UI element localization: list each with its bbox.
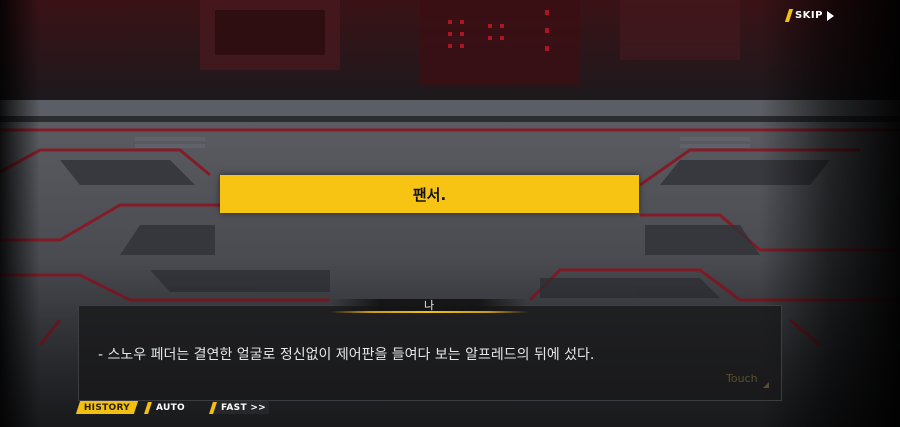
skip-button[interactable]: SKIP (784, 9, 834, 22)
auto-button[interactable]: AUTO (144, 401, 185, 414)
game-scene: SKIP 팬서. 나 - 스노우 페더는 결연한 얼굴로 정신없이 제어판을 들… (0, 0, 900, 427)
play-triangle-icon (827, 10, 834, 21)
dialog-text: - 스노우 페더는 결연한 얼굴로 정신없이 제어판을 들여다 보는 알프레드의… (98, 347, 595, 363)
history-button[interactable]: HISTORY (75, 401, 139, 414)
fast-label: FAST >> (221, 402, 267, 413)
history-label: HISTORY (83, 402, 131, 413)
corner-triangle-icon (763, 382, 769, 388)
touch-hint: Touch (726, 372, 758, 385)
choice-option-button[interactable]: 팬서. (220, 175, 639, 213)
skip-label: SKIP (794, 10, 823, 21)
auto-label: AUTO (156, 402, 185, 413)
auto-slash-icon (144, 401, 152, 414)
choice-option-text: 팬서. (412, 185, 447, 204)
fast-forward-button[interactable]: FAST >> (209, 401, 269, 414)
speaker-name-plate: 나 (330, 296, 528, 314)
skip-slash-icon (784, 9, 794, 22)
speaker-name: 나 (423, 299, 435, 312)
